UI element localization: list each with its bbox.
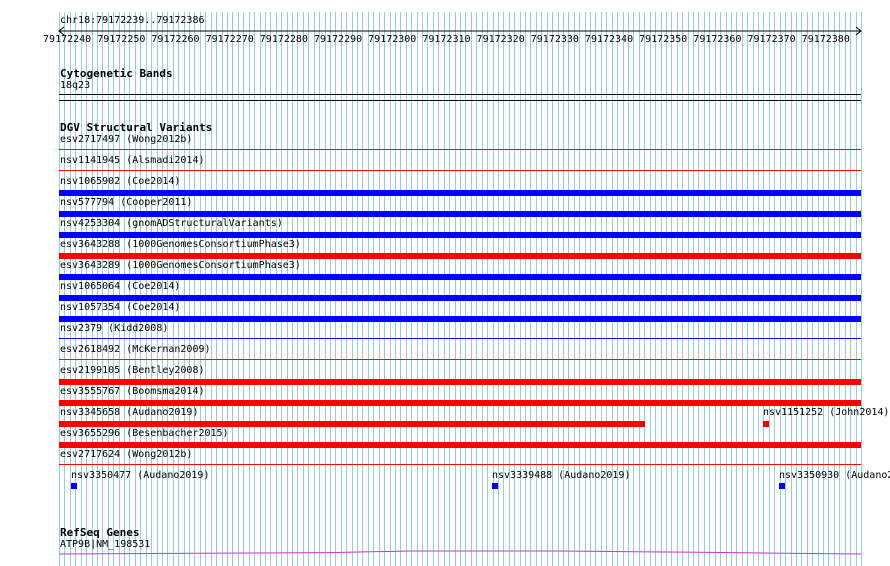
variant-label[interactable]: esv2199105 (Bentley2008) [60, 365, 205, 377]
variant-bar[interactable] [59, 190, 861, 196]
refseq-track-title: RefSeq Genes [60, 526, 140, 539]
variant-label[interactable]: nsv3350930 (Audano2019) [779, 470, 890, 482]
variant-point[interactable] [779, 483, 785, 489]
genome-browser-panel: chr18:79172239..79172386 79172240 7917225… [0, 0, 890, 566]
variant-label[interactable]: nsv3350477 (Audano2019) [71, 470, 209, 482]
variant-bar[interactable] [59, 274, 861, 280]
variant-label[interactable]: nsv1065064 (Coe2014) [60, 281, 180, 293]
ruler-tick-label: 79172350 [639, 34, 688, 45]
variant-bar[interactable] [59, 442, 861, 448]
variant-label[interactable]: nsv1057354 (Coe2014) [60, 302, 180, 314]
variant-label[interactable]: esv3555767 (Boomsma2014) [60, 386, 205, 398]
variant-point[interactable] [71, 483, 77, 489]
variant-bar[interactable] [59, 232, 861, 238]
variant-label[interactable]: esv2618492 (McKernan2009) [60, 344, 211, 356]
ruler-tick-label: 79172300 [368, 34, 417, 45]
variant-label[interactable]: nsv1141945 (Alsmadi2014) [60, 155, 205, 167]
variant-label[interactable]: nsv3339488 (Audano2019) [492, 470, 630, 482]
ruler-tick-label: 79172270 [205, 34, 254, 45]
ruler-tick-label: 79172280 [259, 34, 308, 45]
variant-bar[interactable] [59, 295, 861, 301]
variant-label[interactable]: nsv1151252 (John2014) [763, 407, 889, 419]
variant-point[interactable] [492, 483, 498, 489]
refseq-gene-line[interactable] [0, 548, 890, 556]
variant-line[interactable] [59, 338, 861, 339]
ruler-tick-label: 79172330 [530, 34, 579, 45]
ruler-tick-label: 79172380 [801, 34, 850, 45]
ruler-tick-label: 79172240 [43, 34, 92, 45]
variant-bar[interactable] [763, 421, 769, 427]
variant-label[interactable]: nsv3345658 (Audano2019) [60, 407, 198, 419]
variant-label[interactable]: nsv2379 (Kidd2008) [60, 323, 168, 335]
ruler-tick-label: 79172370 [747, 34, 796, 45]
variant-label[interactable]: nsv577794 (Cooper2011) [60, 197, 192, 209]
cytoband-line [59, 94, 861, 95]
variant-line[interactable] [59, 464, 861, 465]
variant-bar[interactable] [59, 400, 861, 406]
variant-bar[interactable] [59, 379, 861, 385]
variant-bar[interactable] [59, 211, 861, 217]
ruler-tick-label: 79172320 [476, 34, 525, 45]
variant-bar[interactable] [59, 421, 645, 427]
variant-label[interactable]: esv3655296 (Besenbacher2015) [60, 428, 229, 440]
variant-label[interactable]: nsv1065902 (Coe2014) [60, 176, 180, 188]
variant-label[interactable]: nsv4253304 (gnomADStructuralVariants) [60, 218, 283, 230]
ruler-tick-label: 79172290 [313, 34, 363, 45]
track-separator [59, 100, 861, 101]
variant-bar[interactable] [59, 316, 861, 322]
ruler-tick-label: 79172260 [151, 34, 200, 45]
variant-line[interactable] [59, 149, 861, 150]
ruler-tick-label: 79172250 [97, 34, 146, 45]
cytoband-track-title: Cytogenetic Bands [60, 67, 173, 80]
variant-label[interactable]: esv2717624 (Wong2012b) [60, 449, 192, 461]
variant-line[interactable] [59, 359, 861, 360]
ruler-tick-label: 79172340 [584, 34, 634, 45]
cytoband-label: 18q23 [60, 80, 91, 91]
variant-label[interactable]: esv2717497 (Wong2012b) [60, 134, 192, 146]
ruler-tick-label: 79172310 [422, 34, 471, 45]
ruler-tick-label: 79172360 [693, 34, 742, 45]
variant-label[interactable]: esv3643289 (1000GenomesConsortiumPhase3) [60, 260, 301, 272]
variant-label[interactable]: esv3643288 (1000GenomesConsortiumPhase3) [60, 239, 301, 251]
variant-bar[interactable] [59, 253, 861, 259]
dgv-track-title: DGV Structural Variants [60, 121, 213, 134]
variant-line[interactable] [59, 170, 861, 171]
